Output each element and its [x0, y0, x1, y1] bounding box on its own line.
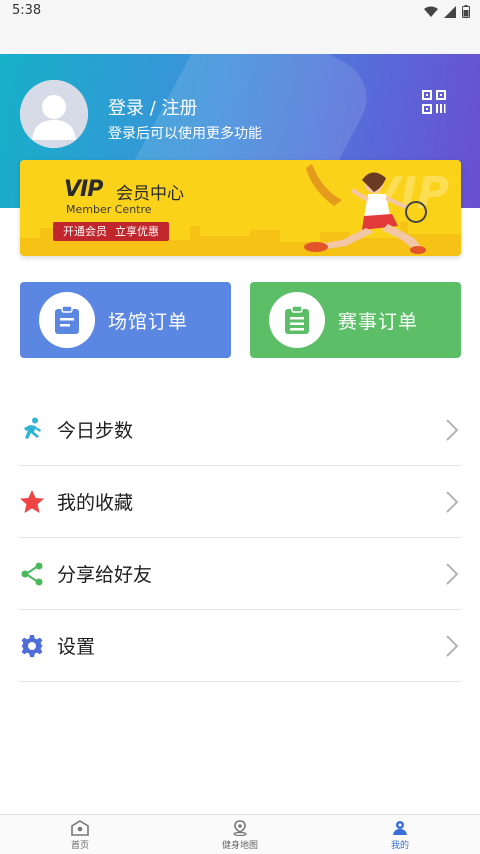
- tab-fitness-map[interactable]: 健身地图: [160, 815, 320, 854]
- top-spacer: [0, 24, 480, 54]
- menu-item-settings[interactable]: 设置: [19, 610, 461, 682]
- settings-menu: 今日步数 我的收藏 分享给好友 设置: [19, 394, 461, 682]
- running-icon: [19, 417, 45, 443]
- signal-icon: [444, 5, 456, 18]
- map-pin-icon: [233, 820, 247, 836]
- gear-icon: [19, 633, 45, 659]
- chevron-right-icon: [446, 635, 459, 657]
- status-bar: 5:38: [0, 0, 480, 24]
- vip-cta-right: 立享优惠: [115, 225, 159, 238]
- badminton-player-illustration: [304, 164, 427, 254]
- menu-item-label: 今日步数: [57, 420, 134, 442]
- qr-code-button[interactable]: [422, 90, 446, 114]
- tab-label: 首页: [70, 841, 89, 851]
- menu-item-favorites[interactable]: 我的收藏: [19, 466, 461, 538]
- battery-icon: [462, 5, 470, 18]
- clipboard-icon: [39, 292, 95, 348]
- menu-item-steps[interactable]: 今日步数: [19, 394, 461, 466]
- vip-cta-button[interactable]: 开通会员 立享优惠: [53, 222, 169, 241]
- status-time: 5:38: [12, 3, 42, 18]
- vip-cta-left: 开通会员: [63, 225, 107, 238]
- star-icon: [19, 489, 45, 515]
- home-icon: [71, 820, 89, 836]
- chevron-right-icon: [446, 491, 459, 513]
- chevron-right-icon: [446, 563, 459, 585]
- menu-item-share[interactable]: 分享给好友: [19, 538, 461, 610]
- vip-banner[interactable]: VIP VIP 会员中心 Member Centre 开通会员 立享优惠: [20, 160, 461, 256]
- vip-logo: VIP: [64, 177, 103, 202]
- share-icon: [19, 561, 45, 587]
- bottom-tab-bar: 首页 健身地图 我的: [0, 814, 480, 854]
- menu-item-label: 分享给好友: [57, 564, 153, 586]
- match-order-label: 赛事订单: [338, 310, 419, 333]
- tab-home[interactable]: 首页: [0, 815, 160, 854]
- wifi-icon: [424, 6, 438, 17]
- tab-label: 健身地图: [221, 841, 258, 851]
- list-clipboard-icon: [269, 292, 325, 348]
- menu-item-label: 设置: [57, 636, 96, 658]
- tab-mine[interactable]: 我的: [320, 815, 480, 854]
- qr-code-icon: [422, 90, 446, 114]
- default-avatar-icon: [20, 80, 88, 148]
- login-hint: 登录后可以使用更多功能: [108, 126, 262, 142]
- login-register-link[interactable]: 登录 / 注册: [108, 94, 198, 120]
- avatar[interactable]: [20, 80, 88, 148]
- vip-subtitle: Member Centre: [66, 203, 152, 216]
- vip-title: 会员中心: [116, 184, 184, 204]
- match-order-button[interactable]: 赛事订单: [250, 282, 461, 358]
- tab-label: 我的: [390, 841, 409, 851]
- user-icon: [393, 821, 407, 835]
- venue-order-button[interactable]: 场馆订单: [20, 282, 231, 358]
- venue-order-label: 场馆订单: [108, 310, 189, 333]
- status-icons: [424, 5, 470, 18]
- menu-item-label: 我的收藏: [57, 492, 134, 514]
- chevron-right-icon: [446, 419, 459, 441]
